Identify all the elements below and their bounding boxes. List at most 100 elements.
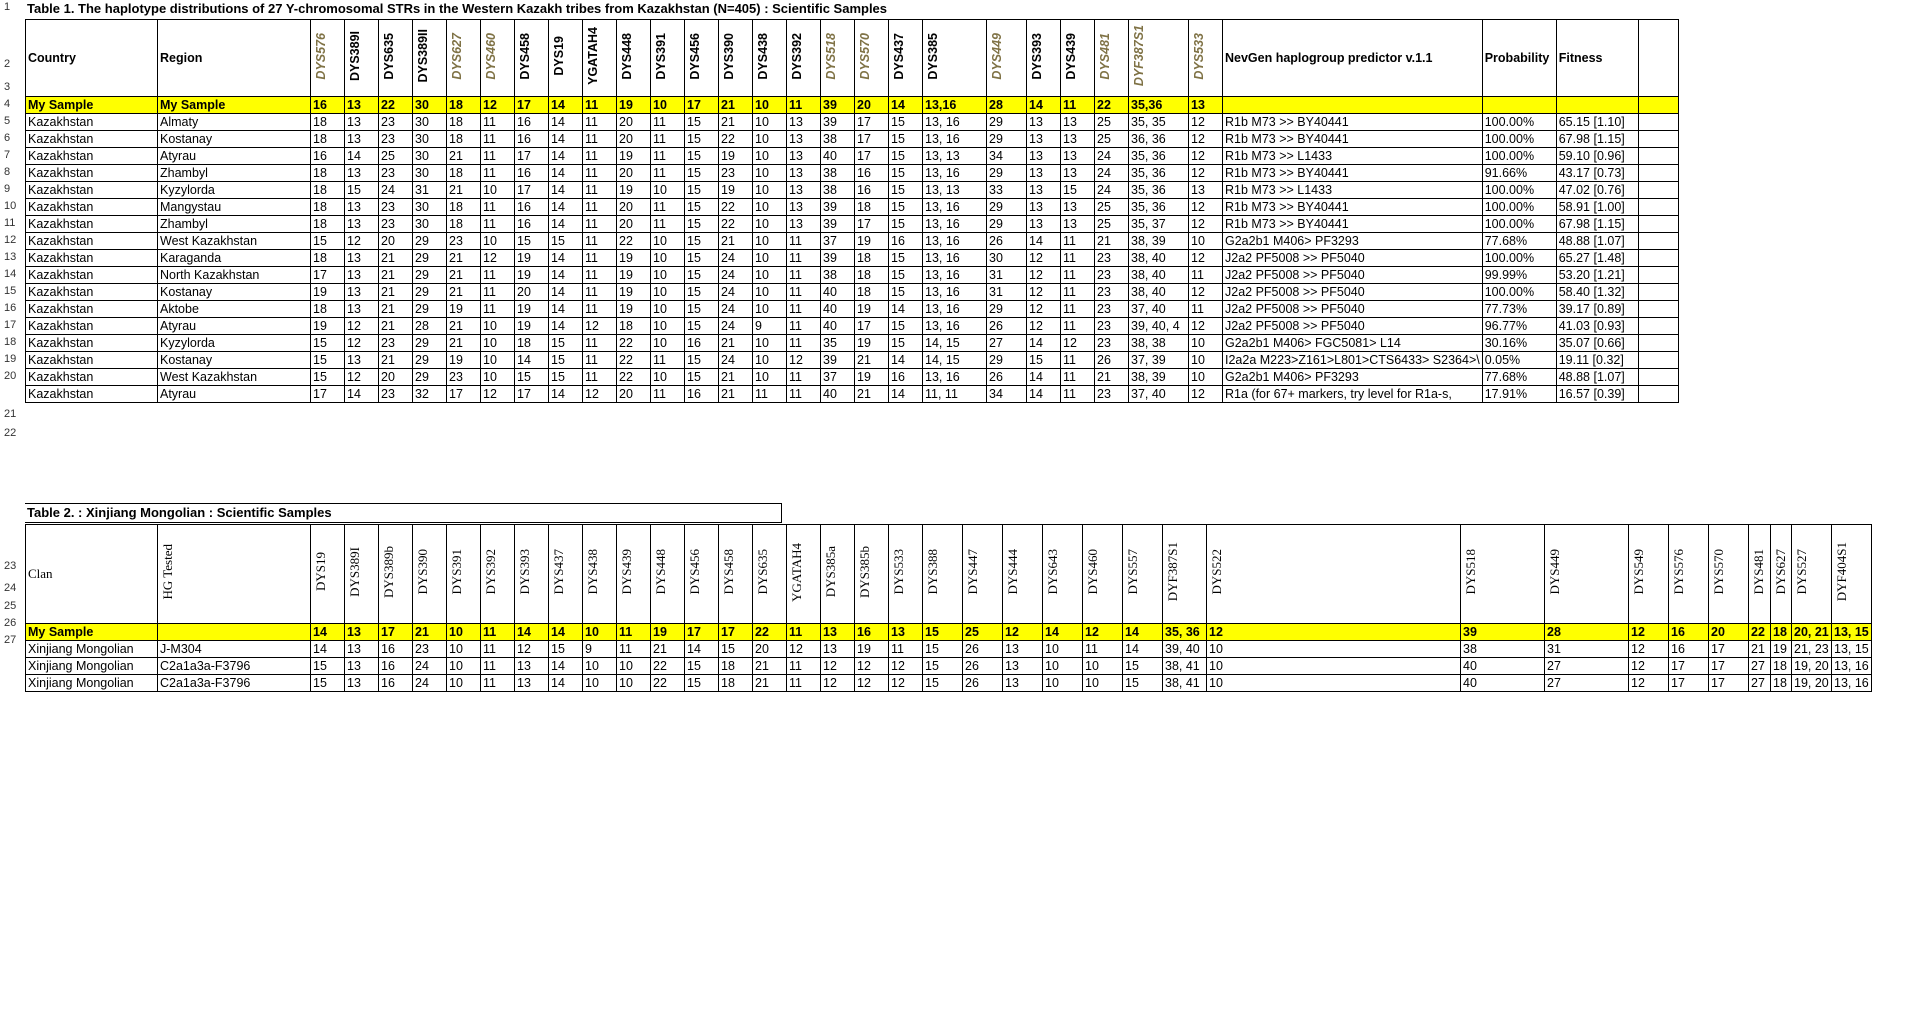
cell[interactable]: 14 bbox=[888, 96, 923, 114]
cell[interactable]: 10 bbox=[752, 198, 787, 216]
cell[interactable]: 13, 16 bbox=[922, 266, 987, 284]
cell[interactable]: Kyzylorda bbox=[157, 334, 311, 352]
cell[interactable]: 14 bbox=[548, 623, 583, 641]
cell[interactable]: 13 bbox=[344, 640, 379, 658]
cell[interactable]: 22 bbox=[650, 657, 685, 675]
cell[interactable]: 17 bbox=[718, 623, 753, 641]
cell[interactable]: 67.98 [1.15] bbox=[1555, 215, 1639, 233]
cell[interactable]: 12 bbox=[1628, 674, 1669, 692]
cell[interactable]: 19 bbox=[514, 317, 549, 335]
cell[interactable]: 39 bbox=[820, 351, 855, 369]
cell[interactable]: Atyrau bbox=[157, 385, 311, 403]
cell[interactable]: 11 bbox=[480, 147, 515, 165]
cell[interactable]: 12 bbox=[480, 96, 515, 114]
cell[interactable]: 11 bbox=[582, 164, 617, 182]
cell[interactable]: 37 bbox=[820, 368, 855, 386]
cell[interactable]: 16 bbox=[854, 181, 889, 199]
cell[interactable] bbox=[1637, 113, 1679, 131]
cell[interactable]: 12 bbox=[820, 674, 855, 692]
cell[interactable]: 12 bbox=[1026, 300, 1061, 318]
cell[interactable]: 17 bbox=[514, 385, 549, 403]
cell[interactable]: 16 bbox=[1668, 623, 1709, 641]
header-cell[interactable]: Country bbox=[25, 19, 158, 97]
cell[interactable]: 13 bbox=[344, 249, 379, 267]
cell[interactable]: G2a2b1 M406> PF3293 bbox=[1222, 368, 1483, 386]
cell[interactable]: 12 bbox=[1188, 130, 1223, 148]
cell[interactable]: 12 bbox=[1188, 385, 1223, 403]
cell[interactable]: 17 bbox=[1708, 640, 1749, 658]
cell[interactable]: 10 bbox=[616, 674, 651, 692]
cell[interactable]: 18 bbox=[718, 674, 753, 692]
cell[interactable]: 21 bbox=[1094, 232, 1129, 250]
cell[interactable]: 10 bbox=[480, 368, 515, 386]
cell[interactable]: 15 bbox=[548, 368, 583, 386]
cell[interactable]: 15 bbox=[888, 215, 923, 233]
row-number[interactable]: 20 bbox=[0, 370, 22, 382]
cell[interactable] bbox=[1637, 130, 1679, 148]
cell[interactable]: 14 bbox=[548, 317, 583, 335]
cell[interactable]: 11 bbox=[582, 232, 617, 250]
cell[interactable]: 18 bbox=[616, 317, 651, 335]
cell[interactable]: 30 bbox=[986, 249, 1027, 267]
cell[interactable]: Kostanay bbox=[157, 283, 311, 301]
cell[interactable]: 14 bbox=[514, 351, 549, 369]
cell[interactable] bbox=[1637, 283, 1679, 301]
cell[interactable]: 12 bbox=[582, 317, 617, 335]
cell[interactable]: 26 bbox=[962, 657, 1003, 675]
cell[interactable] bbox=[1637, 368, 1679, 386]
cell[interactable]: R1b M73 >> BY40441 bbox=[1222, 215, 1483, 233]
cell[interactable]: 10 bbox=[752, 249, 787, 267]
cell[interactable]: 11 bbox=[650, 198, 685, 216]
cell[interactable]: 19 bbox=[854, 334, 889, 352]
cell[interactable]: 14 bbox=[344, 147, 379, 165]
cell[interactable]: 77.68% bbox=[1481, 368, 1557, 386]
cell[interactable]: 10 bbox=[752, 368, 787, 386]
cell[interactable]: 22 bbox=[616, 232, 651, 250]
cell[interactable]: 14 bbox=[1122, 623, 1163, 641]
cell[interactable]: 11 bbox=[480, 215, 515, 233]
cell[interactable]: 37, 40 bbox=[1128, 385, 1189, 403]
cell[interactable]: 14 bbox=[684, 640, 719, 658]
cell[interactable]: 11 bbox=[650, 351, 685, 369]
cell[interactable]: 10 bbox=[650, 368, 685, 386]
cell[interactable]: 25 bbox=[378, 147, 413, 165]
cell[interactable]: 27 bbox=[1748, 657, 1771, 675]
row-number[interactable]: 24 bbox=[0, 582, 22, 594]
cell[interactable]: 14 bbox=[888, 385, 923, 403]
cell[interactable]: 29 bbox=[412, 334, 447, 352]
cell[interactable]: 17 bbox=[310, 385, 345, 403]
cell[interactable]: 28 bbox=[986, 96, 1027, 114]
header-cell[interactable]: DYS460 bbox=[480, 19, 515, 97]
cell[interactable]: 13, 16 bbox=[922, 317, 987, 335]
cell[interactable]: 14, 15 bbox=[922, 334, 987, 352]
cell[interactable]: 38, 40 bbox=[1128, 249, 1189, 267]
cell[interactable]: 21 bbox=[446, 181, 481, 199]
cell[interactable]: 18 bbox=[310, 164, 345, 182]
cell[interactable]: 20 bbox=[378, 232, 413, 250]
cell[interactable]: 25 bbox=[1094, 130, 1129, 148]
cell[interactable]: 15 bbox=[548, 232, 583, 250]
cell[interactable]: 22 bbox=[650, 674, 685, 692]
header-cell[interactable]: DYS518 bbox=[820, 19, 855, 97]
cell[interactable]: 27 bbox=[1748, 674, 1771, 692]
cell[interactable]: 12 bbox=[1628, 623, 1669, 641]
cell[interactable]: 10 bbox=[480, 351, 515, 369]
cell[interactable]: 13 bbox=[1026, 147, 1061, 165]
cell[interactable]: 14 bbox=[1026, 334, 1061, 352]
cell[interactable]: 24 bbox=[1094, 147, 1129, 165]
cell[interactable]: 18 bbox=[718, 657, 753, 675]
cell[interactable]: 11 bbox=[1060, 283, 1095, 301]
cell[interactable]: 19, 20 bbox=[1791, 657, 1832, 675]
cell[interactable]: 40 bbox=[820, 385, 855, 403]
cell[interactable]: 11 bbox=[480, 640, 515, 658]
cell[interactable]: 100.00% bbox=[1481, 181, 1557, 199]
cell[interactable]: 13 bbox=[786, 215, 821, 233]
cell[interactable]: 19 bbox=[616, 147, 651, 165]
header-cell[interactable]: DYS458 bbox=[514, 19, 549, 97]
cell[interactable]: 14 bbox=[548, 300, 583, 318]
cell[interactable]: 14 bbox=[548, 198, 583, 216]
header-cell[interactable] bbox=[1637, 19, 1679, 97]
cell[interactable]: 13, 16 bbox=[1831, 674, 1872, 692]
cell[interactable]: 14 bbox=[548, 657, 583, 675]
cell[interactable]: 40 bbox=[1460, 657, 1545, 675]
